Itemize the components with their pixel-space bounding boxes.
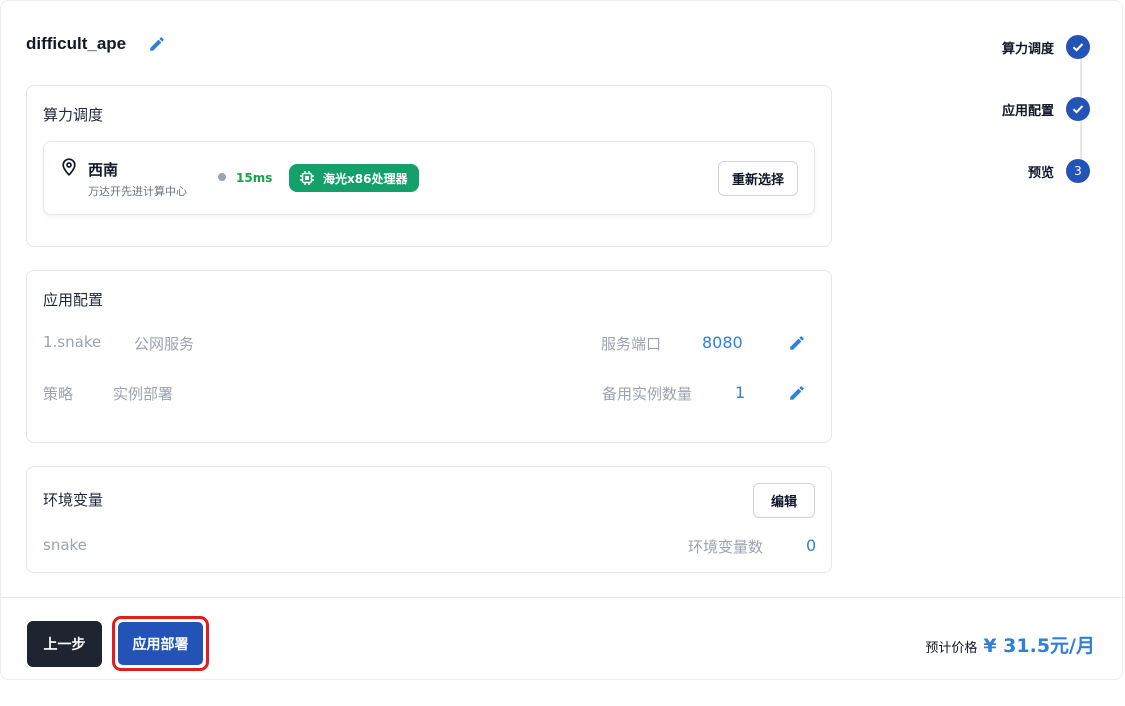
cpu-chip-icon <box>300 171 314 185</box>
latency-value: 15ms <box>236 171 273 185</box>
check-icon <box>1066 35 1090 59</box>
footer-divider <box>1 597 1124 598</box>
strategy-label: 策略 <box>43 385 74 403</box>
app-name: difficult_ape <box>26 34 127 53</box>
deploy-panel: difficult_ape 算力调度 西南 万达开先进计算中心 15ms 海光x… <box>0 0 1124 680</box>
env-card: 环境变量 编辑 snake 环境变量数 0 <box>26 466 832 573</box>
edit-name-icon[interactable] <box>148 35 166 53</box>
strategy-type: 实例部署 <box>113 385 174 403</box>
step-preview[interactable]: 预览 3 <box>1028 159 1090 183</box>
compute-card: 算力调度 西南 万达开先进计算中心 15ms 海光x86处理器 重新选择 <box>26 85 832 247</box>
env-count-value: 0 <box>806 536 817 555</box>
backup-count-value: 1 <box>735 383 746 402</box>
deploy-button[interactable]: 应用部署 <box>118 622 203 665</box>
step-connector <box>1080 59 1082 97</box>
env-name: snake <box>43 536 87 554</box>
deploy-highlight: 应用部署 <box>112 616 209 671</box>
check-icon <box>1066 97 1090 121</box>
app-row-service: 1.snake 公网服务 服务端口 8080 <box>43 333 815 353</box>
step-app-config[interactable]: 应用配置 <box>1002 97 1090 121</box>
edit-backup-count-icon[interactable] <box>788 384 806 402</box>
port-label: 服务端口 <box>601 335 662 353</box>
location-pin-icon <box>62 158 76 176</box>
step-number: 3 <box>1066 159 1090 183</box>
edit-port-icon[interactable] <box>788 334 806 352</box>
step-compute[interactable]: 算力调度 <box>1002 35 1090 59</box>
compute-card-title: 算力调度 <box>43 106 104 124</box>
region-box: 西南 万达开先进计算中心 15ms 海光x86处理器 重新选择 <box>43 141 815 215</box>
price-value: ¥ 31.5元/月 <box>983 635 1095 657</box>
step-label: 预览 <box>1027 165 1054 181</box>
env-row: snake 环境变量数 0 <box>43 536 817 556</box>
app-row-strategy: 策略 实例部署 备用实例数量 1 <box>43 383 815 403</box>
reselect-button[interactable]: 重新选择 <box>718 161 798 196</box>
datacenter-name: 万达开先进计算中心 <box>88 185 187 198</box>
edit-env-button[interactable]: 编辑 <box>753 483 815 518</box>
env-title: 环境变量 <box>43 491 104 509</box>
price-label: 预计价格 <box>925 641 978 656</box>
step-label: 算力调度 <box>1001 41 1054 57</box>
app-config-card: 应用配置 1.snake 公网服务 服务端口 8080 策略 实例部署 备用实例… <box>26 270 832 443</box>
price-estimate: 预计价格 ¥ 31.5元/月 <box>925 631 1095 658</box>
latency-icon <box>218 173 226 181</box>
port-value: 8080 <box>702 333 743 352</box>
step-label: 应用配置 <box>1001 103 1054 119</box>
cpu-badge: 海光x86处理器 <box>289 164 420 192</box>
env-count-label: 环境变量数 <box>688 538 764 556</box>
cpu-label: 海光x86处理器 <box>323 171 408 186</box>
backup-count-label: 备用实例数量 <box>602 385 693 403</box>
service-name: 1.snake <box>43 333 102 351</box>
service-type: 公网服务 <box>134 335 195 353</box>
app-name-header: difficult_ape <box>26 34 166 54</box>
prev-step-button[interactable]: 上一步 <box>27 621 102 667</box>
app-config-title: 应用配置 <box>43 291 104 309</box>
region-name: 西南 <box>88 161 119 179</box>
step-connector <box>1080 121 1082 159</box>
